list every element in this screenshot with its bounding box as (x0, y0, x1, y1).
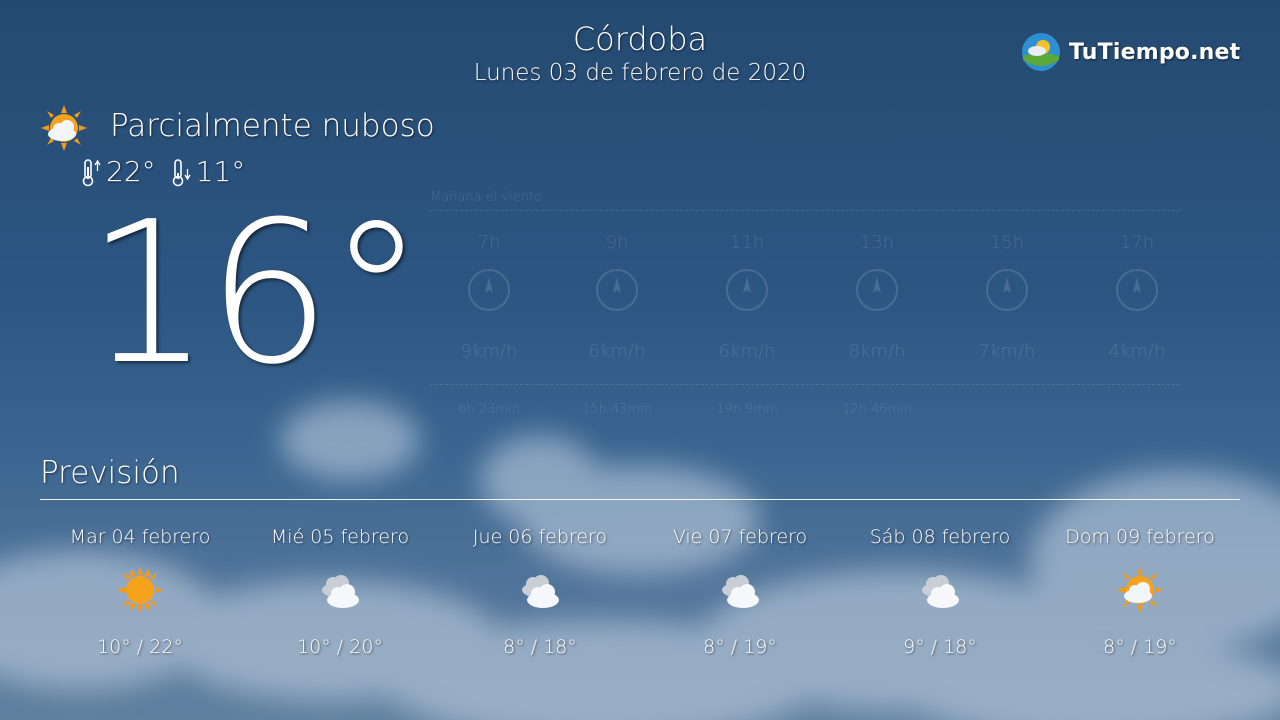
wind-speed: 4km/h (1108, 341, 1166, 362)
wind-column: 17h 4km/h (1078, 232, 1196, 362)
sun-info: 6h 23min (458, 402, 520, 417)
wind-hour: 9h (605, 232, 629, 253)
forecast-day-range: 8° / 18° (503, 636, 577, 658)
partly-cloudy-sun-icon (41, 105, 87, 151)
clouds-icon (922, 575, 959, 608)
forecast-day[interactable]: Mié 05 febrero 10° / 20° (240, 526, 440, 658)
wind-speed: 7km/h (978, 341, 1036, 362)
brand-name: TuTiempo.net (1069, 39, 1241, 65)
tutiempo-logo-icon (1022, 33, 1060, 71)
wind-title: Mañana el viento (430, 190, 543, 205)
forecast-day[interactable]: Vie 07 febrero 8° / 19° (640, 526, 840, 658)
wind-hour: 13h (859, 232, 895, 253)
partly-cloudy-sun-icon (1117, 567, 1163, 613)
sun-info: 19h 9min (716, 402, 778, 417)
sun-icon (117, 567, 163, 613)
wind-speed: 9km/h (460, 341, 518, 362)
wind-panel: Mañana el viento 7h 9km/h 9h 6km/h 11h 6… (430, 186, 1180, 426)
forecast-day[interactable]: Dom 09 febrero 8° / 19° (1040, 526, 1240, 658)
sun-info: 15h 43min (582, 402, 652, 417)
forecast-day-name: Mar 04 febrero (69, 526, 211, 548)
forecast-day-name: Mié 05 febrero (270, 526, 410, 548)
wind-column: 15h 7km/h (948, 232, 1066, 362)
wind-speed: 6km/h (718, 341, 776, 362)
forecast-day-name: Jue 06 febrero (472, 526, 608, 548)
wind-hour: 7h (477, 232, 501, 253)
forecast-day-range: 10° / 22° (97, 636, 183, 658)
forecast-day-range: 8° / 19° (1103, 636, 1177, 658)
compass-icon (596, 269, 638, 311)
compass-icon (1116, 269, 1158, 311)
current-temperature: 16° (86, 180, 425, 408)
wind-hour: 11h (729, 232, 765, 253)
wind-speed: 6km/h (588, 341, 646, 362)
clouds-icon (522, 575, 559, 608)
forecast-day[interactable]: Mar 04 febrero 10° / 22° (40, 526, 240, 658)
compass-icon (468, 269, 510, 311)
wind-hour: 17h (1119, 232, 1155, 253)
compass-icon (726, 269, 768, 311)
forecast-day[interactable]: Sáb 08 febrero 9° / 18° (840, 526, 1040, 658)
condition-text: Parcialmente nuboso (110, 108, 435, 144)
divider (430, 384, 1180, 385)
forecast-day-name: Vie 07 febrero (672, 526, 808, 548)
clouds-icon (722, 575, 759, 608)
forecast-day-range: 8° / 19° (703, 636, 777, 658)
wind-hour: 15h (989, 232, 1025, 253)
wind-column: 9h 6km/h (558, 232, 676, 362)
forecast-day-range: 10° / 20° (297, 636, 383, 658)
forecast-title: Previsión (40, 455, 180, 491)
wind-column: 11h 6km/h (688, 232, 806, 362)
forecast-divider (40, 499, 1240, 500)
forecast-day[interactable]: Jue 06 febrero 8° / 18° (440, 526, 640, 658)
compass-icon (986, 269, 1028, 311)
wind-column: 7h 9km/h (430, 232, 548, 362)
forecast-day-name: Sáb 08 febrero (869, 526, 1011, 548)
divider (430, 210, 1180, 211)
compass-icon (856, 269, 898, 311)
wind-speed: 8km/h (848, 341, 906, 362)
sun-info: 12h 46min (842, 402, 912, 417)
wind-column: 13h 8km/h (818, 232, 936, 362)
forecast-day-range: 9° / 18° (903, 636, 977, 658)
brand-logo-link[interactable]: TuTiempo.net (1021, 32, 1240, 72)
forecast-day-name: Dom 09 febrero (1065, 526, 1215, 548)
clouds-icon (322, 575, 359, 608)
